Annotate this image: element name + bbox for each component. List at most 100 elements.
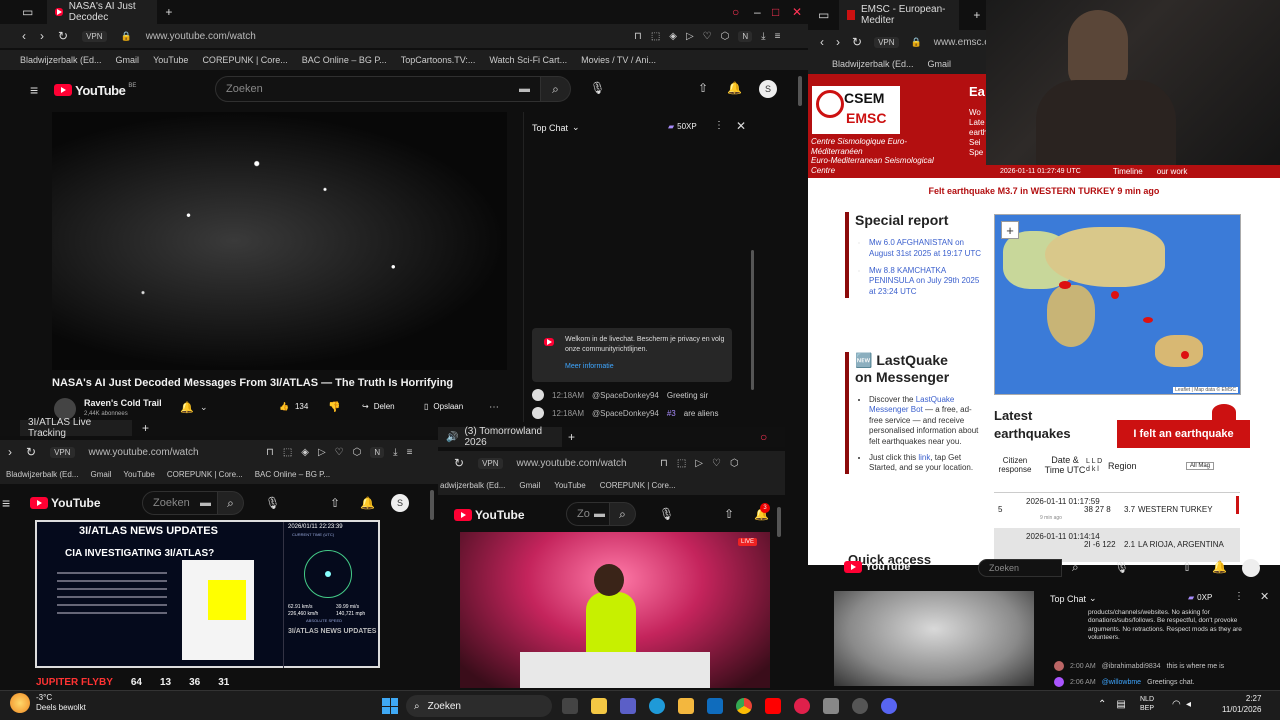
bookmark-item[interactable]: Gmail xyxy=(90,470,111,479)
quake-row[interactable]: 5 2026-01-11 01:17:59 9 min ago 38 27 8 … xyxy=(994,492,1240,526)
chat-mode-dropdown[interactable]: Top Chat ⌄ xyxy=(532,122,580,133)
tab-nasa-video[interactable]: NASA's AI Just Decodec xyxy=(47,0,158,24)
back-icon[interactable]: ‹ xyxy=(22,30,26,42)
chevron-down-icon[interactable]: ⌄ xyxy=(200,403,208,412)
network-icon[interactable]: ▤ xyxy=(1116,699,1125,710)
avatar[interactable] xyxy=(1242,559,1260,577)
edge-icon[interactable] xyxy=(649,698,665,714)
keyboard-icon[interactable]: ▬ xyxy=(594,508,605,520)
earthquake-map[interactable]: + Leaflet | Map data © EMSC xyxy=(994,214,1241,395)
search-input[interactable]: Zoeken ▬ xyxy=(142,491,218,515)
avatar[interactable] xyxy=(1054,661,1064,671)
screenshot-icon[interactable]: ⬚ xyxy=(283,447,292,458)
new-tab-icon[interactable]: + xyxy=(568,431,575,443)
scrollbar[interactable] xyxy=(798,76,802,106)
hamburger-icon[interactable]: ≡ xyxy=(30,83,38,97)
profile-n-icon[interactable]: N xyxy=(738,30,753,42)
close-chat-icon[interactable]: ✕ xyxy=(1260,592,1269,603)
minimize-icon[interactable]: – xyxy=(754,6,761,18)
chevron-up-icon[interactable]: ⌃ xyxy=(1098,699,1106,710)
video-player[interactable] xyxy=(52,112,507,370)
messenger-link[interactable]: link xyxy=(918,453,930,462)
microphone-icon[interactable]: 🎙 xyxy=(265,497,280,509)
extension-icon[interactable]: ⊓ xyxy=(266,447,274,458)
sidebar-toggle-icon[interactable]: ▭ xyxy=(818,9,829,21)
play-icon[interactable]: ▷ xyxy=(318,447,326,458)
new-tab-icon[interactable]: + xyxy=(165,6,172,18)
opera-gx-icon[interactable] xyxy=(794,698,810,714)
avatar[interactable] xyxy=(532,407,544,419)
bookmark-item[interactable]: Watch Sci-Fi Cart... xyxy=(489,55,567,65)
extension-icon[interactable]: ⊓ xyxy=(660,458,668,469)
sidebar-toggle-icon[interactable]: ▭ xyxy=(22,6,33,18)
bookmark-item[interactable]: Gmail xyxy=(116,55,140,65)
search-button[interactable]: ⌕ xyxy=(541,76,571,102)
microphone-icon[interactable]: 🎙 xyxy=(590,82,605,94)
notification-bell-icon[interactable]: 🔔 xyxy=(180,403,194,414)
tab-atlas-tracking[interactable]: 3I/ATLAS Live Tracking xyxy=(20,417,132,439)
search-icon[interactable]: ○ xyxy=(760,431,767,443)
quake-marker[interactable] xyxy=(1111,291,1119,299)
bookmark-item[interactable]: TopCartoons.TV:... xyxy=(401,55,476,65)
youtube-logo[interactable]: YouTube xyxy=(454,508,525,522)
play-icon[interactable]: ▷ xyxy=(695,458,703,469)
play-icon[interactable]: ▷ xyxy=(686,31,694,42)
task-view-icon[interactable] xyxy=(562,698,578,714)
scrollbar[interactable] xyxy=(430,490,434,520)
vpn-badge[interactable]: VPN xyxy=(50,446,75,458)
screenshot-icon[interactable]: ⬚ xyxy=(677,458,686,469)
bookmark-item[interactable]: Gmail xyxy=(519,481,540,490)
quake-marker[interactable] xyxy=(1143,317,1153,323)
search-icon[interactable]: ○ xyxy=(732,6,739,18)
bookmark-item[interactable]: YouTube xyxy=(153,55,188,65)
download-icon[interactable]: ⤓ xyxy=(761,31,765,42)
search-button[interactable]: ⌕ xyxy=(610,502,636,526)
upload-icon[interactable]: ⇧ xyxy=(330,497,340,509)
quake-row[interactable]: 2026-01-11 01:14:14 2I -6 122 2.1 LA RIO… xyxy=(994,528,1240,562)
shield-icon[interactable]: ◈ xyxy=(669,31,677,42)
atlas-video-player[interactable]: 3I/ATLAS NEWS UPDATES CIA INVESTIGATING … xyxy=(35,520,380,668)
download-icon[interactable]: ⤓ xyxy=(393,447,397,458)
forward-icon[interactable]: › xyxy=(40,30,44,42)
special-report-link[interactable]: Mw 8.8 KAMCHATKA PENINSULA on July 29th … xyxy=(869,266,979,297)
bookmark-item[interactable]: BAC Online – BG P... xyxy=(255,470,330,479)
reload-icon[interactable]: ↻ xyxy=(58,30,68,42)
taskbar-search[interactable]: ⌕ Zoeken xyxy=(406,695,552,717)
heart-icon[interactable]: ♡ xyxy=(703,31,712,42)
bookmark-item[interactable]: Bladwijzerbalk (Ed... xyxy=(832,59,914,69)
store-icon[interactable] xyxy=(591,698,607,714)
xp-badge[interactable]: ▰ 50XP xyxy=(668,122,697,131)
wifi-icon[interactable]: ◠ xyxy=(1172,699,1181,710)
settings-icon[interactable] xyxy=(852,698,868,714)
reload-icon[interactable]: ↻ xyxy=(26,446,36,458)
avatar[interactable]: S xyxy=(759,80,777,98)
xp-badge[interactable]: ▰ 0XP xyxy=(1188,593,1212,602)
bell-icon[interactable]: 🔔 xyxy=(727,82,742,94)
new-tab-icon[interactable]: + xyxy=(973,9,980,21)
bookmark-item[interactable]: adwijzerbalk (Ed... xyxy=(440,481,505,490)
save-button[interactable]: ▯ Opslaan xyxy=(424,402,463,411)
hamburger-icon[interactable]: ≡ xyxy=(2,496,10,510)
heart-icon[interactable]: ♡ xyxy=(712,458,721,469)
vpn-badge[interactable]: VPN xyxy=(874,36,899,48)
quake-marker[interactable] xyxy=(1181,351,1189,359)
tab-tomorrowland[interactable]: 🔊 (3) Tomorrowland 2026 xyxy=(438,426,562,448)
bell-icon[interactable]: 🔔 xyxy=(360,497,375,509)
share-button[interactable]: ↪ Delen xyxy=(362,402,395,411)
thumbs-down-icon[interactable]: 👎 xyxy=(328,403,340,413)
search-input[interactable]: Zoeken xyxy=(978,559,1062,577)
calculator-icon[interactable] xyxy=(823,698,839,714)
bookmark-item[interactable]: BAC Online – BG P... xyxy=(302,55,387,65)
profile-n-icon[interactable]: N xyxy=(370,446,385,458)
extension-icon[interactable]: ⊓ xyxy=(634,31,642,42)
vpn-badge[interactable]: VPN xyxy=(82,30,107,42)
youtube-app-icon[interactable] xyxy=(765,698,781,714)
youtube-logo[interactable]: YouTube BE xyxy=(54,83,136,98)
bookmark-item[interactable]: YouTube xyxy=(123,470,154,479)
more-icon[interactable]: ⋯ xyxy=(489,403,499,413)
forward-icon[interactable]: › xyxy=(8,446,12,458)
bookmark-item[interactable]: Gmail xyxy=(928,59,952,69)
bookmark-item[interactable]: Movies / TV / Ani... xyxy=(581,55,656,65)
volume-icon[interactable]: ◂ xyxy=(1186,699,1191,710)
cube-icon[interactable]: ⬡ xyxy=(730,458,739,469)
